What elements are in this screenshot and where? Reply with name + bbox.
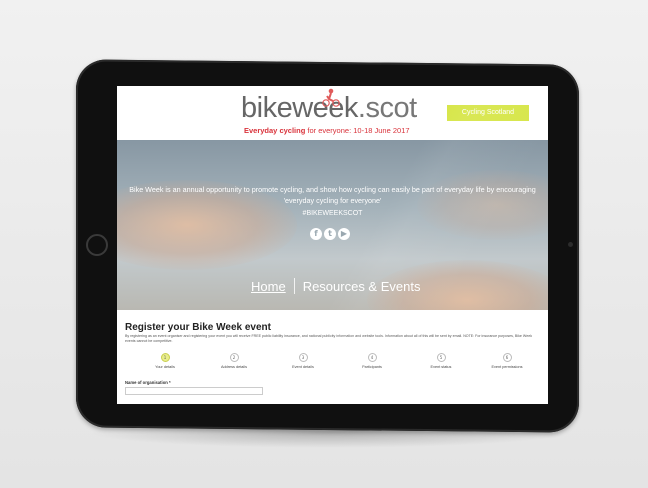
step-participants[interactable]: 4 Participants [342,353,402,369]
camera-icon [568,242,573,247]
tagline: Everyday cycling for everyone: 10-18 Jun… [244,126,410,135]
step-your-details[interactable]: 1 Your details [135,353,195,369]
nav-home-link[interactable]: Home [251,279,286,294]
step-label: Your details [155,365,175,369]
tagline-bold: Everyday cycling [244,126,306,135]
nav-divider [293,278,295,294]
step-number: 4 [367,353,377,362]
organisation-input[interactable] [125,387,263,395]
step-address-details[interactable]: 2 Address details [204,353,264,369]
register-description: By registering as an event organiser and… [125,334,533,343]
step-label: Address details [221,365,247,369]
step-number: 6 [502,353,512,362]
step-number: 5 [436,353,446,362]
twitter-icon[interactable]: t [324,228,336,240]
site-header: bikeweek.scot Everyday cycling for every… [117,86,548,140]
step-event-permissions[interactable]: 6 Event permissions [477,353,537,369]
tagline-rest: for everyone: 10-18 June 2017 [305,126,410,135]
step-label: Event status [430,365,452,369]
step-label: Event permissions [491,365,523,369]
youtube-icon[interactable]: ▶ [338,228,350,240]
social-links: f t ▶ [310,228,352,242]
register-section: Register your Bike Week event By registe… [117,310,548,404]
logo-suffix: .scot [357,92,417,124]
hashtag: #BIKEWEEKSCOT [302,210,363,217]
step-event-status[interactable]: 5 Event status [411,353,471,369]
hero-banner: Bike Week is an annual opportunity to pr… [117,140,548,310]
tablet-screen: bikeweek.scot Everyday cycling for every… [117,86,548,404]
logo-main: bikeweek [241,92,358,124]
step-number: 3 [298,353,308,362]
main-nav: Home Resources & Events [251,278,420,294]
hero-intro: Bike Week is an annual opportunity to pr… [129,185,536,205]
facebook-icon[interactable]: f [310,228,322,240]
step-event-details[interactable]: 3 Event details [273,353,333,369]
step-label: Participants [362,365,382,369]
organisation-label: Name of organisation * [125,380,171,385]
step-label: Event details [292,365,314,369]
nav-resources-link[interactable]: Resources & Events [303,279,421,294]
home-button[interactable] [86,234,108,256]
cyclist-icon [322,88,340,107]
step-number: 1 [160,353,170,362]
step-number: 2 [229,353,239,362]
register-title: Register your Bike Week event [125,322,271,333]
cycling-scotland-button[interactable]: Cycling Scotland [447,105,529,121]
progress-steps: 1 Your details 2 Address details 3 Event… [125,353,541,373]
